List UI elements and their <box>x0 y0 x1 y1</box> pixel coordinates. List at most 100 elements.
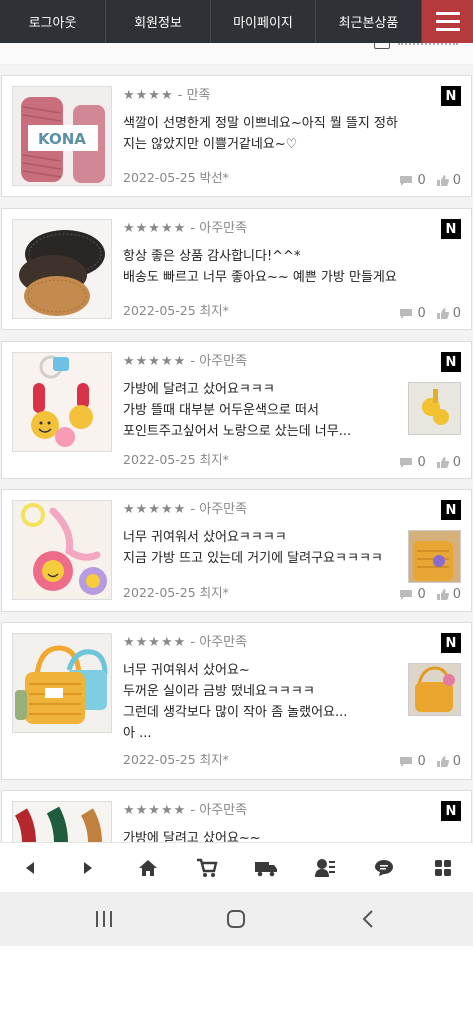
comment-count-value: 0 <box>417 173 426 188</box>
new-badge: N <box>441 500 461 520</box>
review-item[interactable]: ★★★★★ - 아주만족 N 너무 귀여워서 샀어요~ 두꺼운 실이라 금방 떴… <box>1 622 472 780</box>
review-meta: 2022-05-25 최지* <box>123 300 229 319</box>
review-item[interactable]: KONA ★★★★ - 만족 N 색깔이 선명한게 정말 이쁘네요~아직 뭘 뜰… <box>1 75 472 197</box>
review-text[interactable]: 색깔이 선명한게 정말 이쁘네요~아직 뭘 뜰지 정하 지는 않았지만 이쁠거같… <box>123 113 398 155</box>
star-rating: ★★★★ <box>123 88 174 103</box>
new-badge: N <box>441 219 461 239</box>
review-item[interactable]: ★★★★★ - 아주만족 N 항상 좋은 상품 감사합니다!^^* 배송도 빠르… <box>1 208 472 330</box>
review-rating: ★★★★★ - 아주만족 <box>123 631 247 650</box>
cart-icon[interactable] <box>187 843 227 893</box>
mypage-link[interactable]: 마이페이지 <box>211 0 316 43</box>
comment-count[interactable]: 0 <box>399 306 426 321</box>
like-count[interactable]: 0 <box>436 455 461 470</box>
comment-count-value: 0 <box>417 587 426 602</box>
review-counts: 0 0 <box>399 587 461 602</box>
like-count[interactable]: 0 <box>436 587 461 602</box>
review-meta: 2022-05-25 최지* <box>123 582 229 601</box>
next-icon[interactable] <box>68 843 108 893</box>
empty-area <box>0 946 473 1024</box>
comment-count[interactable]: 0 <box>399 173 426 188</box>
comment-icon <box>400 308 413 319</box>
new-badge: N <box>441 633 461 653</box>
product-thumbnail-keyring[interactable] <box>12 352 112 452</box>
comment-count[interactable]: 0 <box>399 754 426 769</box>
comment-icon <box>400 175 413 186</box>
comment-count-value: 0 <box>417 754 426 769</box>
star-rating: ★★★★★ <box>123 635 187 650</box>
review-rating: ★★★★★ - 아주만족 <box>123 799 247 818</box>
recently-viewed-link[interactable]: 최근본상품 <box>316 0 422 43</box>
svg-text:KONA: KONA <box>38 130 86 148</box>
star-rating: ★★★★★ <box>123 803 187 818</box>
review-rating: ★★★★ - 만족 <box>123 84 211 103</box>
review-text[interactable]: 가방에 달려고 샀어요~~ <box>123 828 261 842</box>
review-line: 가방 뜰때 대부분 어두운색으로 떠서 <box>123 403 319 418</box>
review-line: 포인트주고싶어서 노랑으로 샀는데 너무... <box>123 424 352 439</box>
review-item[interactable]: ★★★★★ - 아주만족 N 가방에 달려고 샀어요~~ <box>1 790 472 842</box>
like-count-value: 0 <box>452 455 461 470</box>
like-count[interactable]: 0 <box>436 754 461 769</box>
like-count[interactable]: 0 <box>436 173 461 188</box>
back-icon[interactable] <box>338 892 398 946</box>
review-line: 색깔이 선명한게 정말 이쁘네요~아직 뭘 뜰지 정하 <box>123 116 398 131</box>
rating-label: - 아주만족 <box>190 502 248 517</box>
review-rating: ★★★★★ - 아주만족 <box>123 350 247 369</box>
review-meta: 2022-05-25 최지* <box>123 449 229 468</box>
scrolled-content-edge <box>0 43 473 65</box>
review-line: 너무 귀여워서 샀어요ㅋㅋㅋㅋ <box>123 530 287 545</box>
thumbs-up-icon <box>436 589 449 600</box>
member-info-link[interactable]: 회원정보 <box>106 0 211 43</box>
rating-label: - 아주만족 <box>190 635 248 650</box>
review-attachment-thumbnail[interactable] <box>408 530 461 583</box>
review-line: 너무 귀여워서 샀어요~ <box>123 663 250 678</box>
rating-label: - 만족 <box>177 88 211 103</box>
system-navigation-bar <box>0 892 473 946</box>
review-line: 가방에 달려고 샀어요ㅋㅋㅋ <box>123 382 275 397</box>
chat-icon[interactable] <box>364 843 404 893</box>
review-line: 아 ... <box>123 726 152 741</box>
review-item[interactable]: ★★★★★ - 아주만족 N 너무 귀여워서 샀어요ㅋㅋㅋㅋ 지금 가방 뜨고 … <box>1 489 472 612</box>
comment-icon <box>400 756 413 767</box>
like-count-value: 0 <box>452 306 461 321</box>
logout-link[interactable]: 로그아웃 <box>0 0 106 43</box>
review-author: 최지* <box>199 752 229 767</box>
product-thumbnail-yarn[interactable]: KONA <box>12 86 112 186</box>
star-rating: ★★★★★ <box>123 502 187 517</box>
prev-icon[interactable] <box>10 843 50 893</box>
product-thumbnail-flower-charm[interactable] <box>12 500 112 600</box>
review-line: 항상 좋은 상품 감사합니다!^^* <box>123 249 301 264</box>
divider <box>398 43 458 46</box>
comment-icon <box>400 589 413 600</box>
review-author: 박선* <box>199 170 229 185</box>
home-icon[interactable] <box>128 843 168 893</box>
hamburger-icon[interactable] <box>422 0 473 43</box>
grid-menu-icon[interactable] <box>423 843 463 893</box>
review-text[interactable]: 가방에 달려고 샀어요ㅋㅋㅋ 가방 뜰때 대부분 어두운색으로 떠서 포인트주고… <box>123 379 351 442</box>
review-date: 2022-05-25 <box>123 452 196 467</box>
rating-label: - 아주만족 <box>190 803 248 818</box>
review-text[interactable]: 항상 좋은 상품 감사합니다!^^* 배송도 빠르고 너무 좋아요~~ 예쁜 가… <box>123 246 397 288</box>
comment-count[interactable]: 0 <box>399 587 426 602</box>
review-attachment-thumbnail[interactable] <box>408 382 461 435</box>
thumbs-up-icon <box>436 457 449 468</box>
home-circle-icon[interactable] <box>206 892 266 946</box>
product-thumbnail-mini-bag[interactable] <box>12 633 112 733</box>
review-item[interactable]: ★★★★★ - 아주만족 N 가방에 달려고 샀어요ㅋㅋㅋ 가방 뜰때 대부분 … <box>1 341 472 479</box>
review-author: 최지* <box>199 303 229 318</box>
review-attachment-thumbnail[interactable] <box>408 663 461 716</box>
product-thumbnail-bag-bottom[interactable] <box>12 219 112 319</box>
review-meta: 2022-05-25 박선* <box>123 167 229 186</box>
review-author: 최지* <box>199 585 229 600</box>
delivery-truck-icon[interactable] <box>246 843 286 893</box>
review-text[interactable]: 너무 귀여워서 샀어요ㅋㅋㅋㅋ 지금 가방 뜨고 있는데 거기에 달려구요ㅋㅋㅋ… <box>123 527 383 569</box>
recent-apps-icon[interactable] <box>74 892 134 946</box>
review-date: 2022-05-25 <box>123 170 196 185</box>
like-count[interactable]: 0 <box>436 306 461 321</box>
review-rating: ★★★★★ - 아주만족 <box>123 498 247 517</box>
review-text[interactable]: 너무 귀여워서 샀어요~ 두꺼운 실이라 금방 떴네요ㅋㅋㅋㅋ 그런데 생각보다… <box>123 660 347 744</box>
like-count-value: 0 <box>452 173 461 188</box>
comment-count[interactable]: 0 <box>399 455 426 470</box>
review-counts: 0 0 <box>399 455 461 470</box>
my-account-icon[interactable] <box>305 843 345 893</box>
product-thumbnail-scarf[interactable] <box>12 801 112 842</box>
